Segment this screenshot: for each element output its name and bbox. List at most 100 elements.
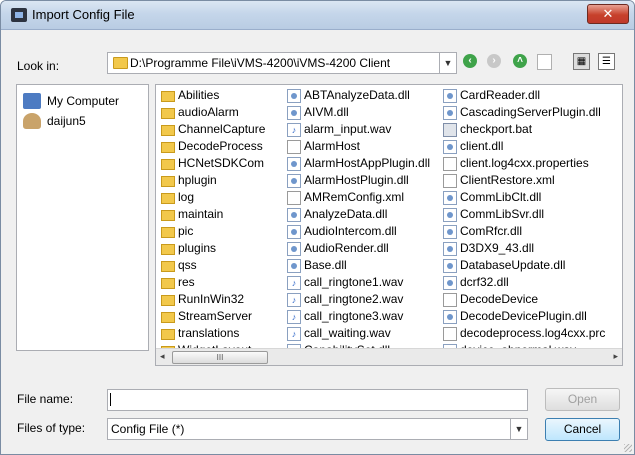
resize-grip-icon[interactable]	[624, 444, 632, 452]
file-item[interactable]: ♪ call_waiting.wav	[284, 325, 430, 342]
file-name: DecodeDevice	[460, 292, 539, 306]
dll-file-icon	[287, 157, 301, 171]
folder-icon	[113, 57, 128, 69]
look-in-combobox[interactable]: D:\Programme File\iVMS-4200\iVMS-4200 Cl…	[107, 52, 457, 74]
title-bar[interactable]: Import Config File ✕	[1, 1, 634, 30]
open-button[interactable]: Open	[545, 388, 620, 411]
file-item[interactable]: client.dll	[440, 138, 605, 155]
file-item[interactable]: log	[158, 189, 265, 206]
file-item[interactable]: ♪ call_ringtone1.wav	[284, 274, 430, 291]
file-item[interactable]: AMRemConfig.xml	[284, 189, 430, 206]
audio-file-icon: ♪	[287, 293, 301, 307]
up-icon[interactable]: ˄	[513, 54, 527, 68]
document-icon	[287, 191, 301, 205]
file-item[interactable]: ♪ alarm_input.wav	[284, 121, 430, 138]
file-item[interactable]: CascadingServerPlugin.dll	[440, 104, 605, 121]
file-item[interactable]: ♪ call_ringtone3.wav	[284, 308, 430, 325]
file-item[interactable]: CommLibSvr.dll	[440, 206, 605, 223]
file-item[interactable]: ClientRestore.xml	[440, 172, 605, 189]
new-folder-icon[interactable]	[537, 54, 552, 70]
file-name: AIVM.dll	[304, 105, 349, 119]
file-name: HCNetSDKCom	[178, 156, 265, 170]
sidebar-item-label: daijun5	[47, 114, 86, 128]
file-item[interactable]: DatabaseUpdate.dll	[440, 257, 605, 274]
scroll-right-icon[interactable]: ▸	[613, 351, 618, 362]
file-column: ABTAnalyzeData.dll AIVM.dll ♪ alarm_input.w…	[284, 87, 430, 359]
file-item[interactable]: client.log4cxx.properties	[440, 155, 605, 172]
document-icon	[443, 174, 457, 188]
file-item[interactable]: ABTAnalyzeData.dll	[284, 87, 430, 104]
file-name: call_ringtone2.wav	[304, 292, 404, 306]
file-item[interactable]: Base.dll	[284, 257, 430, 274]
file-item[interactable]: AIVM.dll	[284, 104, 430, 121]
file-name: ClientRestore.xml	[460, 173, 555, 187]
file-name-input[interactable]	[107, 389, 528, 411]
file-item[interactable]: AudioIntercom.dll	[284, 223, 430, 240]
file-item[interactable]: CommLibClt.dll	[440, 189, 605, 206]
file-name: AlarmHostPlugin.dll	[304, 173, 409, 187]
file-item[interactable]: ChannelCapture	[158, 121, 265, 138]
file-item[interactable]: DecodeDevice	[440, 291, 605, 308]
file-item[interactable]: RunInWin32	[158, 291, 265, 308]
file-name: StreamServer	[178, 309, 253, 323]
file-item[interactable]: maintain	[158, 206, 265, 223]
file-item[interactable]: D3DX9_43.dll	[440, 240, 605, 257]
folder-icon	[161, 227, 175, 238]
file-name: decodeprocess.log4cxx.prc	[460, 326, 606, 340]
text-caret	[110, 393, 111, 406]
file-name-label: File name:	[17, 392, 74, 406]
file-item[interactable]: AlarmHostAppPlugin.dll	[284, 155, 430, 172]
file-item[interactable]: ♪ call_ringtone2.wav	[284, 291, 430, 308]
file-item[interactable]: HCNetSDKCom	[158, 155, 265, 172]
file-item[interactable]: DecodeProcess	[158, 138, 265, 155]
file-item[interactable]: plugins	[158, 240, 265, 257]
file-type-combobox[interactable]: Config File (*) ▼	[107, 418, 528, 440]
file-name: dcrf32.dll	[460, 275, 509, 289]
chevron-down-icon[interactable]: ▼	[439, 53, 456, 73]
file-item[interactable]: translations	[158, 325, 265, 342]
file-item[interactable]: dcrf32.dll	[440, 274, 605, 291]
file-name: qss	[178, 258, 197, 272]
file-item[interactable]: res	[158, 274, 265, 291]
dll-file-icon	[287, 106, 301, 120]
dll-file-icon	[287, 89, 301, 103]
file-name: DecodeDevicePlugin.dll	[460, 309, 587, 323]
folder-icon	[161, 210, 175, 221]
dll-file-icon	[443, 191, 457, 205]
file-item[interactable]: AlarmHostPlugin.dll	[284, 172, 430, 189]
file-name: ComRfcr.dll	[460, 224, 523, 238]
forward-icon[interactable]: ›	[487, 54, 501, 68]
file-item[interactable]: AlarmHost	[284, 138, 430, 155]
folder-icon	[161, 261, 175, 272]
list-view-icon[interactable]: ☰	[598, 53, 615, 70]
file-item[interactable]: hplugin	[158, 172, 265, 189]
horizontal-scrollbar[interactable]: ◂ III ▸	[156, 348, 622, 365]
scroll-left-icon[interactable]: ◂	[160, 351, 165, 362]
file-item[interactable]: decodeprocess.log4cxx.prc	[440, 325, 605, 342]
scroll-thumb[interactable]: III	[172, 351, 268, 364]
chevron-down-icon[interactable]: ▼	[510, 419, 527, 439]
file-item[interactable]: checkport.bat	[440, 121, 605, 138]
back-icon[interactable]: ‹	[463, 54, 477, 68]
dll-file-icon	[443, 225, 457, 239]
file-item[interactable]: AnalyzeData.dll	[284, 206, 430, 223]
file-name: AudioRender.dll	[304, 241, 389, 255]
cancel-button[interactable]: Cancel	[545, 418, 620, 441]
detail-view-icon[interactable]: ▦	[573, 53, 590, 70]
file-item[interactable]: StreamServer	[158, 308, 265, 325]
file-name: alarm_input.wav	[304, 122, 392, 136]
file-item[interactable]: pic	[158, 223, 265, 240]
file-list[interactable]: Abilities audioAlarm ChannelCapture DecodeP…	[155, 84, 623, 366]
file-item[interactable]: ComRfcr.dll	[440, 223, 605, 240]
file-item[interactable]: Abilities	[158, 87, 265, 104]
script-file-icon	[443, 123, 457, 137]
file-item[interactable]: audioAlarm	[158, 104, 265, 121]
file-item[interactable]: AudioRender.dll	[284, 240, 430, 257]
file-item[interactable]: qss	[158, 257, 265, 274]
close-button[interactable]: ✕	[587, 4, 629, 24]
folder-icon	[161, 125, 175, 136]
document-icon	[443, 327, 457, 341]
file-name: D3DX9_43.dll	[460, 241, 535, 255]
file-item[interactable]: DecodeDevicePlugin.dll	[440, 308, 605, 325]
file-item[interactable]: CardReader.dll	[440, 87, 605, 104]
